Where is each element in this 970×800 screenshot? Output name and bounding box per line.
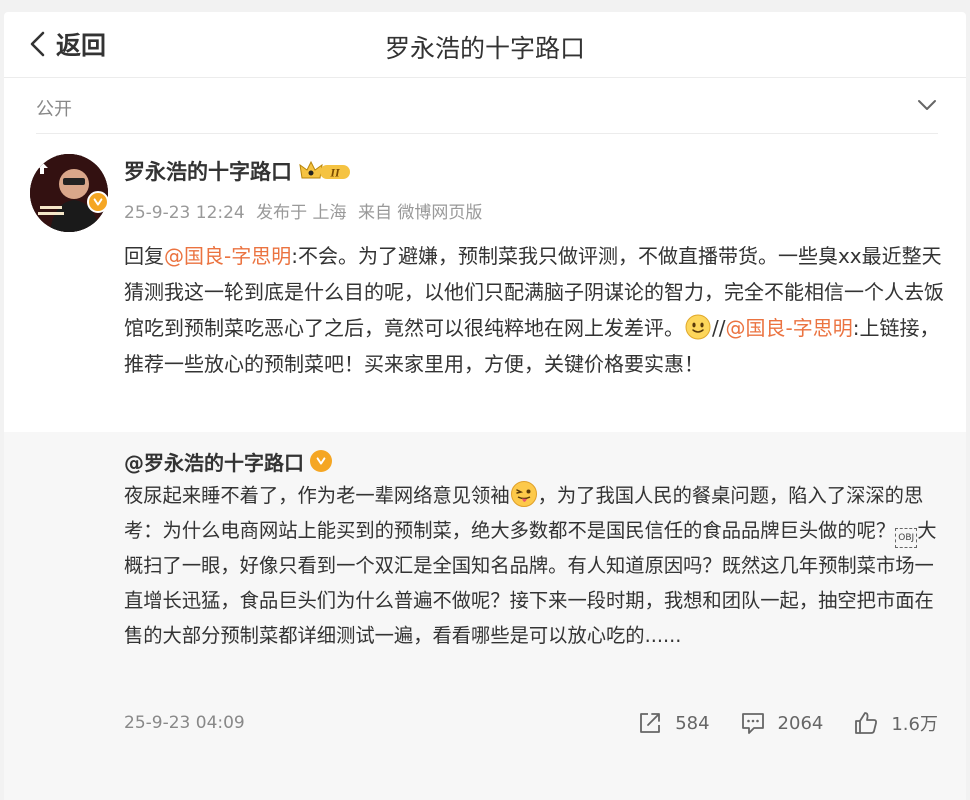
visibility-label: 公开 (36, 99, 72, 120)
comment-count: 2064 (777, 712, 824, 734)
author-name[interactable]: 罗永浩的十字路口 (124, 156, 292, 186)
share-icon (640, 713, 661, 733)
like-button[interactable]: 1.6万 (853, 710, 938, 736)
reposted-post[interactable]: @罗永浩的十字路口 夜尿起来睡不着了，作为老一辈网络意见领袖 ，为了我国人民的餐桌… (4, 432, 966, 800)
tongue-emoji-icon (510, 481, 537, 507)
object-replacement-glyph: OBJ (895, 528, 918, 548)
post-detail-card: 返回 罗永浩的十字路口 公开 罗永浩的十字路口 II 25-9-23 12:24… (4, 12, 966, 800)
mention-link[interactable]: @国良-字思明 (164, 244, 291, 268)
post-content: 回复@国良-字思明:不会。为了避嫌，预制菜我只做评测，不做直播带货。一些臭xx最… (124, 238, 944, 382)
post-time[interactable]: 25-9-23 12:24 (124, 203, 245, 223)
share-button[interactable]: 584 (637, 710, 710, 736)
top-bar: 返回 罗永浩的十字路口 (4, 12, 966, 78)
post-location: 发布于 上海 (256, 203, 347, 223)
page-title: 罗永浩的十字路口 (384, 34, 585, 63)
repost-author-row: @罗永浩的十字路口 (124, 446, 332, 476)
comment-button[interactable]: 2064 (740, 710, 824, 736)
repost-text: 夜尿起来睡不着了，作为老一辈网络意见领袖 (124, 484, 510, 507)
repost-time[interactable]: 25-9-23 04:09 (124, 713, 607, 733)
post-meta: 25-9-23 12:24 发布于 上海 来自 微博网页版 (124, 198, 488, 223)
vip-crown-icon[interactable]: II (298, 158, 354, 184)
comment-icon (741, 713, 764, 734)
visibility-row[interactable]: 公开 (36, 78, 938, 134)
like-count: 1.6万 (891, 714, 938, 735)
repost-author-name[interactable]: @罗永浩的十字路口 (124, 447, 304, 476)
chevron-down-icon[interactable] (916, 95, 938, 115)
content-separator: // (712, 316, 726, 340)
verified-badge-icon (87, 191, 109, 213)
mention-link[interactable]: @国良-字思明 (725, 316, 852, 340)
repost-footer: 25-9-23 04:09 584 2064 1.6万 (124, 708, 938, 738)
vip-level: II (329, 166, 341, 180)
reply-prefix: 回复 (124, 244, 164, 268)
verified-badge-icon (310, 450, 332, 472)
author-row: 罗永浩的十字路口 II (124, 156, 354, 186)
repost-content: 夜尿起来睡不着了，作为老一辈网络意见领袖 ，为了我国人民的餐桌问题，陷入了深深的思… (124, 478, 939, 653)
smile-emoji-icon (685, 314, 711, 340)
share-count: 584 (675, 712, 710, 734)
thumbs-up-icon (855, 712, 878, 734)
post-source: 来自 微博网页版 (357, 203, 483, 223)
